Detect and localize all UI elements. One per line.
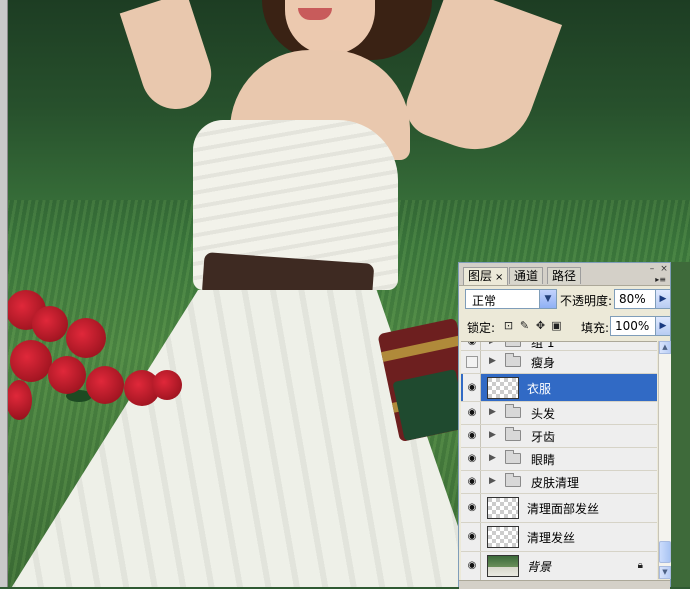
visibility-toggle[interactable]: ◉ xyxy=(463,374,481,401)
tab-paths[interactable]: 路径 xyxy=(547,267,582,284)
tab-layers-label: 图层 xyxy=(468,269,493,283)
layer-name: 组 1 xyxy=(531,341,555,350)
expand-triangle-icon[interactable]: ▶ xyxy=(489,342,496,346)
expand-triangle-icon[interactable]: ▶ xyxy=(489,453,496,463)
folder-icon xyxy=(505,473,521,487)
visibility-toggle[interactable]: ◉ xyxy=(463,402,481,424)
opacity-label: 不透明度: xyxy=(560,294,613,308)
layer-row-eyes[interactable]: ◉ ▶ 眼睛 xyxy=(461,448,657,471)
layer-thumbnail xyxy=(487,377,519,399)
expand-triangle-icon[interactable]: ▶ xyxy=(489,356,496,366)
visibility-toggle[interactable]: ◉ xyxy=(463,425,481,447)
layer-row-slim[interactable]: ▶ 瘦身 xyxy=(461,351,657,374)
opacity-value: 80% xyxy=(619,292,646,306)
layer-thumbnail xyxy=(487,497,519,519)
fill-input[interactable]: 100% xyxy=(610,316,656,336)
folder-icon xyxy=(505,342,521,347)
lock-position-move-icon[interactable]: ✥ xyxy=(534,319,547,332)
minimize-icon[interactable]: – xyxy=(647,264,657,274)
layer-row-hair[interactable]: ◉ ▶ 头发 xyxy=(461,402,657,425)
blend-opacity-row: 正常 ▼ 不透明度: 80% ▶ xyxy=(463,289,671,311)
layer-thumbnail xyxy=(487,526,519,548)
layer-row-hair-cleanup[interactable]: ◉ 清理发丝 xyxy=(461,523,657,552)
visibility-toggle[interactable]: ◉ xyxy=(463,342,481,350)
scroll-up-icon[interactable]: ▲ xyxy=(659,341,671,354)
layer-name: 清理面部发丝 xyxy=(527,502,600,516)
expand-triangle-icon[interactable]: ▶ xyxy=(489,407,496,417)
layer-row-teeth[interactable]: ◉ ▶ 牙齿 xyxy=(461,425,657,448)
photo-roses xyxy=(6,290,186,430)
panel-tab-bar: 图层 × 通道 路径 – × ▸≡ xyxy=(459,263,670,286)
canvas-right-edge xyxy=(671,262,690,587)
lock-label: 锁定: xyxy=(467,321,496,335)
layer-row-skin-cleanup[interactable]: ◉ ▶ 皮肤清理 xyxy=(461,471,657,494)
tab-layers[interactable]: 图层 × xyxy=(463,267,509,285)
chevron-down-icon[interactable]: ▼ xyxy=(539,290,556,308)
panel-menu-icon[interactable]: ▸≡ xyxy=(655,275,666,284)
visibility-toggle[interactable] xyxy=(463,351,481,373)
folder-icon xyxy=(505,404,521,418)
expand-triangle-icon[interactable]: ▶ xyxy=(489,430,496,440)
layers-list[interactable]: ◉ ▶ 组 1 ▶ 瘦身 ◉ 衣服 ◉ ▶ 头发 ◉ ▶ 牙齿 ◉ ▶ 眼睛 ◉… xyxy=(461,341,657,580)
opacity-input[interactable]: 80% xyxy=(614,289,656,309)
layer-thumbnail xyxy=(487,555,519,577)
layer-name: 牙齿 xyxy=(531,430,556,444)
layer-name: 皮肤清理 xyxy=(531,476,580,490)
scroll-down-icon[interactable]: ▼ xyxy=(659,566,671,579)
visibility-toggle[interactable]: ◉ xyxy=(463,448,481,470)
folder-icon xyxy=(505,353,521,367)
eye-icon[interactable]: ◉ xyxy=(466,477,478,487)
photo-left-arm xyxy=(119,0,221,119)
eye-icon[interactable]: ◉ xyxy=(466,532,478,542)
blend-mode-select[interactable]: 正常 ▼ xyxy=(465,289,557,309)
eye-icon[interactable]: ◉ xyxy=(466,503,478,513)
eye-hidden-icon[interactable] xyxy=(466,356,478,368)
lock-icon: 🔒︎ xyxy=(637,560,643,571)
blend-mode-value: 正常 xyxy=(472,294,497,308)
tab-channels[interactable]: 通道 xyxy=(509,267,544,284)
lock-transparency-icon[interactable]: ⊡ xyxy=(502,319,515,332)
eye-icon[interactable]: ◉ xyxy=(466,382,478,392)
layer-name: 清理发丝 xyxy=(527,531,576,545)
fill-slider-arrow-icon[interactable]: ▶ xyxy=(655,316,671,336)
layer-row-face-hair-cleanup[interactable]: ◉ 清理面部发丝 xyxy=(461,494,657,523)
scrollbar-thumb[interactable] xyxy=(659,541,671,563)
layer-row-clothes[interactable]: ◉ 衣服 xyxy=(461,374,657,402)
lock-pixels-brush-icon[interactable]: ✎ xyxy=(518,319,531,332)
fill-label: 填充: xyxy=(581,321,610,335)
layers-panel: 图层 × 通道 路径 – × ▸≡ 正常 ▼ 不透明度: 80% ▶ 锁定: ⊡ … xyxy=(458,262,671,589)
layer-name: 背景 xyxy=(527,560,552,574)
lock-fill-row: 锁定: ⊡ ✎ ✥ ▣ 填充: 100% ▶ xyxy=(463,316,671,338)
eye-icon[interactable]: ◉ xyxy=(466,431,478,441)
layer-name: 瘦身 xyxy=(531,356,556,370)
tab-close-icon[interactable]: × xyxy=(495,272,503,283)
layer-name: 衣服 xyxy=(527,381,552,396)
eye-icon[interactable]: ◉ xyxy=(466,561,478,571)
layers-scrollbar[interactable]: ▲ ▼ xyxy=(658,341,671,579)
layer-row-group-1[interactable]: ◉ ▶ 组 1 xyxy=(461,341,657,351)
opacity-slider-arrow-icon[interactable]: ▶ xyxy=(655,289,671,309)
fill-value: 100% xyxy=(615,319,650,333)
eye-icon[interactable]: ◉ xyxy=(466,408,478,418)
layer-name: 头发 xyxy=(531,407,556,421)
visibility-toggle[interactable]: ◉ xyxy=(463,552,481,580)
lock-all-icon[interactable]: ▣ xyxy=(550,319,563,332)
tab-channels-label: 通道 xyxy=(514,269,539,283)
folder-icon xyxy=(505,450,521,464)
expand-triangle-icon[interactable]: ▶ xyxy=(489,476,496,486)
panel-footer xyxy=(459,580,670,589)
document-edge xyxy=(0,0,8,587)
visibility-toggle[interactable]: ◉ xyxy=(463,494,481,522)
eye-icon[interactable]: ◉ xyxy=(466,454,478,464)
layer-name: 眼睛 xyxy=(531,453,556,467)
eye-icon[interactable]: ◉ xyxy=(466,342,478,347)
visibility-toggle[interactable]: ◉ xyxy=(463,523,481,551)
visibility-toggle[interactable]: ◉ xyxy=(463,471,481,493)
tab-paths-label: 路径 xyxy=(552,269,577,283)
folder-icon xyxy=(505,427,521,441)
close-icon[interactable]: × xyxy=(659,264,669,274)
layer-row-background[interactable]: ◉ 背景 🔒︎ xyxy=(461,552,657,580)
